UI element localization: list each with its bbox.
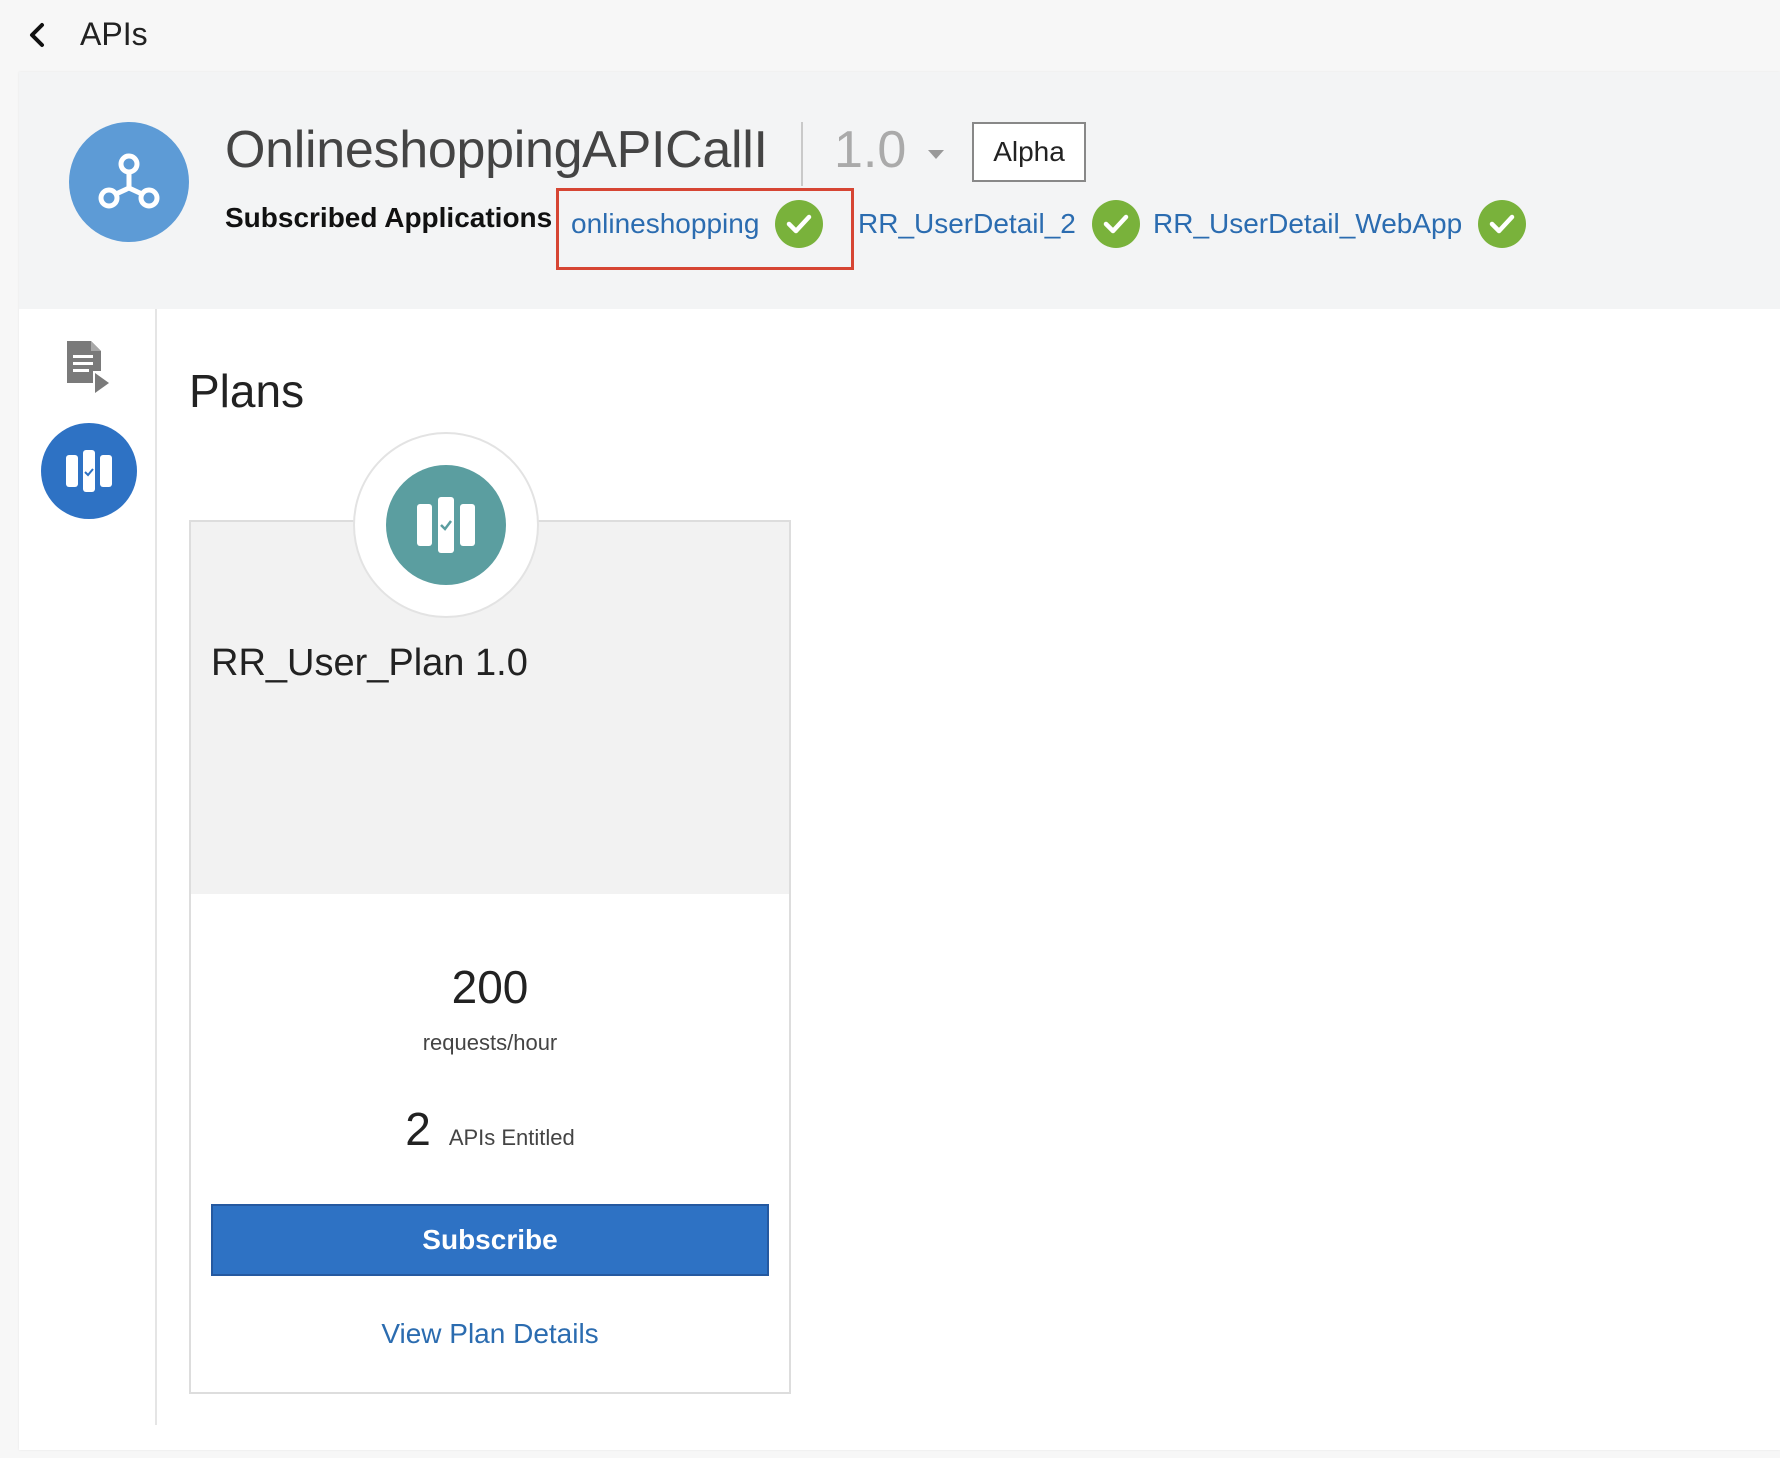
- subscribed-applications-label: Subscribed Applications: [225, 202, 553, 233]
- plan-icon-badge: [353, 432, 539, 618]
- back-button[interactable]: [22, 18, 52, 52]
- plans-icon: [417, 497, 475, 553]
- apis-count: 2: [405, 1103, 431, 1155]
- check-icon: [1478, 200, 1527, 248]
- check-icon: [775, 200, 824, 248]
- app-name: RR_UserDetail_2: [858, 208, 1076, 239]
- version-dropdown[interactable]: 1.0: [834, 120, 945, 180]
- app-name: RR_UserDetail_WebApp: [1153, 208, 1463, 239]
- api-header: OnlineshoppingAPICallI 1.0 Alpha Subscri…: [19, 72, 1780, 309]
- check-icon: [1091, 200, 1140, 248]
- view-plan-details-link[interactable]: View Plan Details: [191, 1318, 789, 1350]
- side-nav: [19, 309, 157, 1425]
- api-title: OnlineshoppingAPICallI: [225, 121, 768, 179]
- caret-down-icon: [928, 149, 945, 159]
- api-detail-panel: OnlineshoppingAPICallI 1.0 Alpha Subscri…: [19, 72, 1780, 1450]
- api-logo: [69, 122, 189, 242]
- app-name: onlineshopping: [571, 208, 760, 239]
- app-link-onlineshopping[interactable]: onlineshopping: [571, 200, 824, 248]
- document-arrow-icon: [67, 341, 109, 393]
- app-link-rr-userdetail-webapp[interactable]: RR_UserDetail_WebApp: [1153, 200, 1527, 248]
- plan-card: RR_User_Plan 1.0 200 requests/hour 2 API…: [189, 520, 791, 1394]
- nav-plans[interactable]: [41, 423, 137, 519]
- version-value: 1.0: [834, 121, 907, 179]
- title-divider: [801, 122, 803, 186]
- top-bar: APIs: [0, 0, 1780, 70]
- plans-heading: Plans: [189, 365, 305, 417]
- chevron-left-icon: [30, 23, 44, 47]
- status-badge: Alpha: [972, 122, 1086, 182]
- apis-label: APIs Entitled: [448, 1125, 575, 1150]
- subscribe-button[interactable]: Subscribe: [211, 1204, 769, 1276]
- plan-icon-circle: [386, 465, 506, 585]
- plan-name: RR_User_Plan 1.0: [211, 642, 528, 684]
- app-link-rr-userdetail-2[interactable]: RR_UserDetail_2: [858, 200, 1140, 248]
- plans-icon: [66, 450, 112, 492]
- apis-entitled: 2 APIs Entitled: [191, 1102, 789, 1156]
- nav-documentation[interactable]: [63, 337, 113, 393]
- rate-limit-value: 200: [451, 961, 529, 1013]
- api-network-icon: [98, 153, 160, 209]
- rate-limit-unit: requests/hour: [422, 1030, 558, 1055]
- back-title[interactable]: APIs: [80, 16, 148, 53]
